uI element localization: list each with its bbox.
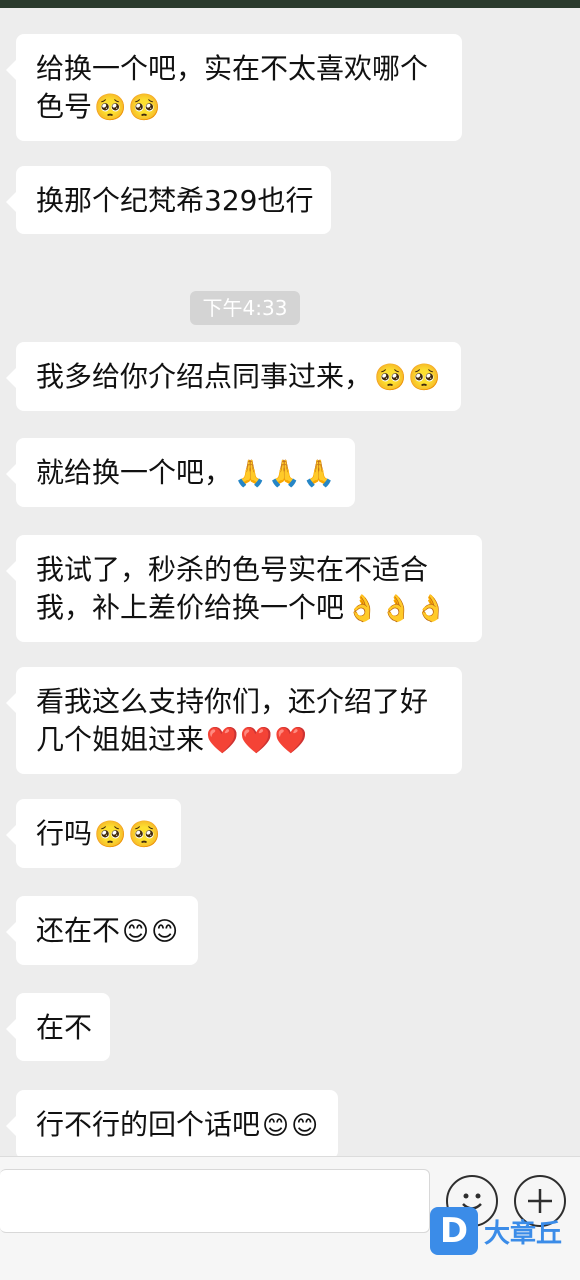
message-row: 换那个纪梵希329也行 bbox=[5, 166, 332, 234]
message-row: 给换一个吧，实在不太喜欢哪个色号🥺🥺 bbox=[6, 34, 462, 141]
message-row: 在不 bbox=[5, 993, 111, 1061]
message-row: 行吗🥺🥺 bbox=[6, 799, 181, 868]
message-bubble[interactable]: 行吗🥺🥺 bbox=[6, 799, 181, 868]
message-bubble[interactable]: 我多给你介绍点同事过来，🥺🥺 bbox=[6, 342, 461, 411]
message-text: 在不 bbox=[36, 1011, 93, 1044]
message-row: 看我这么支持你们，还介绍了好几个姐姐过来❤️❤️❤️ bbox=[6, 667, 462, 774]
message-bubble[interactable]: 在不 bbox=[5, 993, 111, 1061]
message-emoji: 🙏🙏🙏 bbox=[234, 459, 338, 489]
message-bubble[interactable]: 看我这么支持你们，还介绍了好几个姐姐过来❤️❤️❤️ bbox=[6, 667, 462, 774]
message-bubble[interactable]: 就给换一个吧，🙏🙏🙏 bbox=[5, 438, 356, 507]
message-emoji: 🥺🥺 bbox=[94, 820, 163, 850]
message-emoji: 🥺🥺 bbox=[374, 363, 443, 393]
message-row: 就给换一个吧，🙏🙏🙏 bbox=[5, 438, 356, 507]
watermark-logo: D bbox=[430, 1207, 478, 1255]
message-text: 换那个纪梵希329也行 bbox=[36, 184, 314, 217]
status-bar-strip bbox=[0, 0, 580, 8]
message-bubble[interactable]: 给换一个吧，实在不太喜欢哪个色号🥺🥺 bbox=[6, 34, 462, 141]
watermark: D 大章丘 bbox=[430, 1206, 580, 1256]
message-row: 我试了，秒杀的色号实在不适合我，补上差价给换一个吧👌👌👌 bbox=[6, 535, 482, 642]
message-text: 行不行的回个话吧 bbox=[36, 1108, 261, 1141]
message-text: 就给换一个吧， bbox=[36, 456, 233, 489]
message-bubble[interactable]: 我试了，秒杀的色号实在不适合我，补上差价给换一个吧👌👌👌 bbox=[6, 535, 482, 642]
message-bubble[interactable]: 行不行的回个话吧😊😊 bbox=[5, 1090, 339, 1156]
watermark-text: 大章丘 bbox=[484, 1218, 563, 1249]
message-emoji: 🥺🥺 bbox=[94, 93, 163, 123]
message-row: 还在不😊😊 bbox=[5, 896, 199, 965]
message-emoji: 😊😊 bbox=[122, 917, 181, 947]
message-text: 我多给你介绍点同事过来， bbox=[36, 360, 373, 393]
chat-message-list[interactable]: 给换一个吧，实在不太喜欢哪个色号🥺🥺 换那个纪梵希329也行 下午4:33 我多… bbox=[0, 8, 580, 1156]
message-text: 行吗 bbox=[36, 817, 93, 850]
message-emoji: ❤️❤️❤️ bbox=[206, 726, 310, 756]
message-input[interactable] bbox=[0, 1169, 430, 1233]
message-emoji: 👌👌👌 bbox=[346, 594, 450, 624]
message-emoji: 😊😊 bbox=[262, 1111, 321, 1141]
message-text: 还在不 bbox=[36, 914, 121, 947]
timestamp-label: 下午4:33 bbox=[190, 291, 300, 325]
message-row: 行不行的回个话吧😊😊 bbox=[5, 1090, 339, 1156]
message-row: 我多给你介绍点同事过来，🥺🥺 bbox=[6, 342, 461, 411]
message-bubble[interactable]: 还在不😊😊 bbox=[5, 896, 199, 965]
message-bubble[interactable]: 换那个纪梵希329也行 bbox=[5, 166, 332, 234]
